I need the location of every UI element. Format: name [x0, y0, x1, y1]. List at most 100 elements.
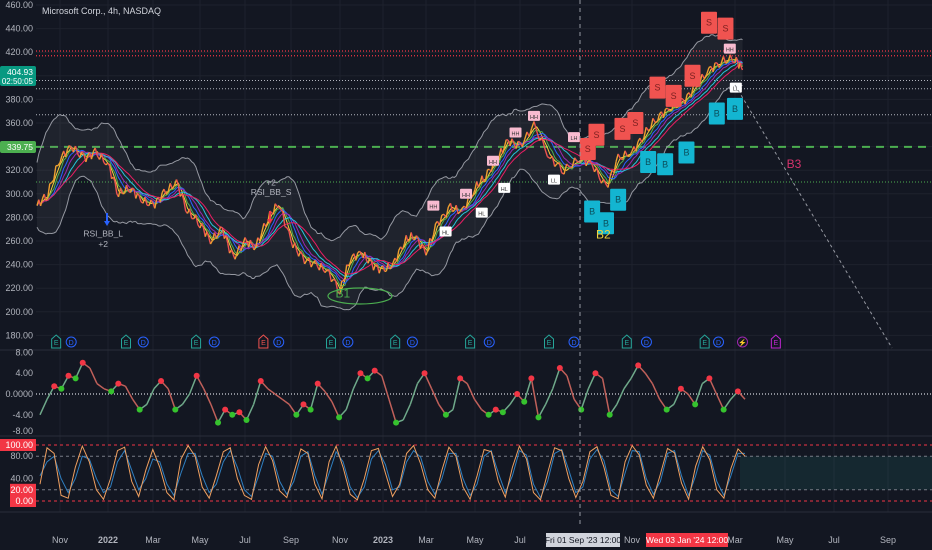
- oscillator-peak-dot: [677, 385, 684, 392]
- oscillator-peak-dot: [421, 370, 428, 377]
- oscillator-trough-dot: [606, 411, 613, 418]
- oscillator-tick-label: -4.00: [12, 410, 33, 420]
- oscillator-trough-dot: [229, 411, 236, 418]
- event-marker-label: D: [644, 340, 649, 347]
- event-marker-label: E: [393, 340, 398, 347]
- signal-tag-label: B: [732, 104, 738, 114]
- signal-tag-buy: B: [727, 97, 743, 120]
- oscillator-peak-dot: [635, 362, 642, 369]
- oscillator-trough-dot: [663, 406, 670, 413]
- signal-tag-buy: B: [678, 141, 695, 164]
- oscillator-tick-label: 4.00: [15, 368, 33, 378]
- signal-tag-buy: B: [640, 150, 657, 173]
- oscillator-trough-dot: [499, 409, 506, 416]
- signal-tag-label: B: [683, 148, 689, 158]
- oscillator-peak-dot: [357, 370, 364, 377]
- signal-tag-label: B: [615, 195, 621, 205]
- stoch-band-fill: [740, 456, 932, 490]
- signal-tag-sell: S: [717, 17, 734, 40]
- price-tick-label: 460.00: [5, 0, 33, 10]
- time-tick-label: Mar: [418, 535, 434, 545]
- signal-tag-sell: S: [649, 76, 666, 99]
- oscillator-trough-dot: [307, 406, 314, 413]
- event-marker-dividend: D: [342, 336, 354, 348]
- price-segment: [655, 121, 658, 124]
- event-marker-dividend: D: [640, 336, 652, 348]
- event-marker-label: D: [571, 340, 576, 347]
- event-marker-split: ⚡: [737, 336, 748, 348]
- event-marker-label: D: [276, 340, 281, 347]
- oscillator-peak-dot: [514, 391, 521, 397]
- price-tick-label: 420.00: [5, 47, 33, 57]
- time-tick-label: May: [191, 535, 209, 545]
- price-tick-label: 440.00: [5, 24, 33, 34]
- signal-tag-ll: LL: [548, 174, 560, 185]
- oscillator-peak-dot: [193, 372, 200, 379]
- time-tick-label: Jul: [828, 535, 840, 545]
- event-marker-label: E: [261, 340, 266, 347]
- time-tick-label: Nov: [624, 535, 641, 545]
- event-marker-dividend: D: [273, 336, 285, 348]
- crosshair-time-label: Fri 01 Sep '23 12:00: [545, 535, 622, 545]
- oscillator-peak-dot: [457, 375, 464, 382]
- event-marker-label: E: [624, 340, 629, 347]
- signal-tag-hl: HL: [475, 207, 488, 218]
- chart-title: Microsoft Corp., 4h, NASDAQ: [42, 6, 161, 16]
- oscillator-peak-dot: [492, 406, 499, 413]
- price-tick-label: 320.00: [5, 165, 33, 175]
- trading-chart[interactable]: HHHLHHHLHHHLHHHHLLLHSSBBBSSBSSBBSSSB BHHL…: [0, 0, 932, 550]
- event-marker-label: E: [329, 340, 334, 347]
- oscillator-trough-dot: [393, 419, 400, 426]
- signal-tag-label: S: [593, 130, 599, 140]
- oscillator-trough-dot: [136, 406, 143, 413]
- time-tick-label: Nov: [52, 535, 69, 545]
- stoch-tick-label: 40.00: [10, 474, 33, 484]
- oscillator-tick-label: 0.0000: [5, 389, 33, 399]
- time-tick-label: Nov: [332, 535, 349, 545]
- oscillator-trough-dot: [442, 411, 449, 418]
- oscillator-peak-dot: [222, 406, 229, 413]
- oscillator-peak-dot: [734, 388, 741, 395]
- current-price: 404.93: [7, 67, 33, 77]
- signal-tag-label: HL: [501, 187, 508, 193]
- signal-tag-label: S: [632, 118, 638, 128]
- event-marker-label: E: [124, 340, 129, 347]
- oscillator-peak-dot: [236, 409, 243, 416]
- oscillator-trough-dot: [578, 406, 585, 413]
- signal-tag-sell: S: [665, 84, 682, 107]
- signal-tag-label: S: [671, 91, 677, 101]
- price-tick-label: 180.00: [5, 330, 33, 340]
- event-marker-dividend: D: [713, 336, 725, 348]
- signal-tag-hh: HH: [427, 200, 440, 211]
- signal-tag-sell: S: [701, 11, 717, 34]
- time-tick-label: Jul: [514, 535, 526, 545]
- signal-tag-hl: HL: [498, 182, 511, 193]
- signal-tag-ll: LL: [729, 82, 742, 93]
- highlight-time-label: Wed 03 Jan '24 12:00: [646, 535, 729, 545]
- signal-tag-label: HH: [512, 131, 520, 137]
- price-segment: [220, 226, 223, 229]
- signal-tag-lh: LH: [568, 132, 580, 143]
- signal-tag-label: B: [662, 159, 668, 169]
- event-marker-label: D: [141, 340, 146, 347]
- price-tick-label: 300.00: [5, 189, 33, 199]
- oscillator-trough-dot: [692, 401, 699, 408]
- event-marker-label: D: [716, 340, 721, 347]
- event-marker-dividend: D: [208, 336, 220, 348]
- oscillator-trough-dot: [58, 385, 65, 392]
- time-tick-label: Mar: [145, 535, 161, 545]
- signal-tag-sell: S: [588, 123, 605, 146]
- oscillator-trough-dot: [336, 414, 343, 421]
- stoch-tick-label: 100.00: [5, 440, 33, 450]
- oscillator-peak-dot: [556, 365, 563, 371]
- stoch-tick-label: 0.00: [15, 496, 33, 506]
- event-marker-dividend: D: [65, 336, 77, 348]
- oscillator-trough-dot: [521, 398, 528, 405]
- event-marker-label: E: [468, 340, 473, 347]
- level-price: 339.75: [7, 142, 33, 152]
- stoch-tick-label: 20.00: [10, 485, 33, 495]
- oscillator-peak-dot: [528, 375, 535, 382]
- signal-tag-buy: B: [610, 188, 627, 211]
- signal-tag-label: HL: [478, 212, 485, 218]
- oscillator-peak-dot: [79, 359, 86, 366]
